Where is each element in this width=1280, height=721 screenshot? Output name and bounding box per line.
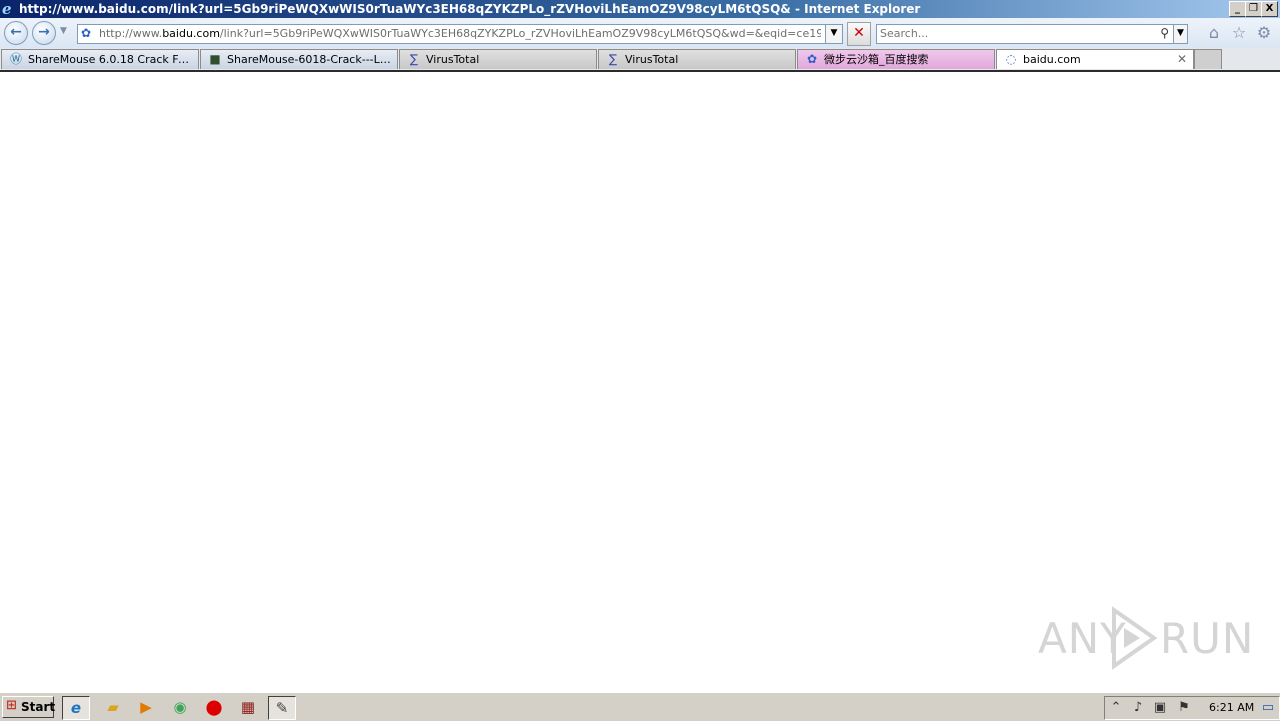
chrome-icon[interactable]: ◉ [167, 696, 193, 718]
site-icon: ■ [209, 52, 221, 66]
forward-button[interactable]: → [32, 21, 56, 45]
start-label: Start [21, 700, 56, 714]
internet-explorer-icon[interactable]: e [62, 696, 90, 720]
start-button[interactable]: ⊞ Start [2, 696, 56, 718]
opera-icon[interactable]: ⬤ [201, 696, 227, 718]
restore-button[interactable]: ❐ [1245, 1, 1262, 17]
anyrun-watermark: ANY RUN [1038, 606, 1253, 676]
close-button[interactable]: X [1261, 1, 1278, 17]
action-center-flag-icon[interactable]: ⚑ [1175, 699, 1193, 717]
home-icon[interactable]: ⌂ [1204, 23, 1224, 43]
window-title: http://www.baidu.com/link?url=5Gb9riPeWQ… [19, 2, 921, 16]
watermark-right-text: RUN [1160, 614, 1255, 663]
clock[interactable]: 6:21 AM [1209, 701, 1254, 714]
recent-pages-dropdown-icon[interactable]: ▼ [60, 26, 67, 36]
search-icon[interactable]: ⚲ [1160, 26, 1169, 40]
baidu-paw-icon: ✿ [81, 26, 92, 40]
navigation-bar: ← → ▼ ✿ http://www.baidu.com/link?url=5G… [0, 18, 1280, 48]
address-url[interactable]: http://www.baidu.com/link?url=5Gb9riPeWQ… [99, 27, 821, 40]
virustotal-icon: ∑ [608, 52, 618, 66]
media-player-icon[interactable]: ▶ [133, 696, 159, 718]
winrar-icon[interactable]: ▦ [235, 696, 261, 718]
taskbar: ⊞ Start e ▰ ▶ ◉ ⬤ ▦ ✎ ⌃ ♪ ▣ ⚑ 6:21 AM ▭ [0, 692, 1280, 721]
star-icon[interactable]: ☆ [1229, 23, 1249, 43]
baidu-paw-icon: ✿ [806, 52, 818, 66]
tab-sharemouse-crack[interactable]: Ⓦ ShareMouse 6.0.18 Crack Full Li... [1, 49, 199, 69]
address-bar[interactable]: ✿ http://www.baidu.com/link?url=5Gb9riPe… [77, 24, 826, 44]
search-input[interactable] [880, 26, 1148, 41]
close-tab-icon[interactable]: ✕ [1177, 50, 1187, 69]
tab-label: baidu.com [1023, 53, 1081, 66]
tab-virustotal-1[interactable]: ∑ VirusTotal [399, 49, 597, 69]
tab-baidu-search[interactable]: ✿ 微步云沙箱_百度搜索 [797, 49, 995, 69]
address-dropdown-button[interactable]: ▼ [825, 24, 843, 44]
show-desktop-icon[interactable]: ▭ [1259, 699, 1277, 717]
back-button[interactable]: ← [4, 21, 28, 45]
system-tray: ⌃ ♪ ▣ ⚑ 6:21 AM ▭ [1104, 696, 1280, 720]
tab-label: ShareMouse 6.0.18 Crack Full Li... [28, 53, 194, 66]
internet-explorer-icon: e [2, 0, 12, 18]
search-dropdown-button[interactable]: ▼ [1173, 24, 1188, 44]
virustotal-icon: ∑ [409, 52, 419, 66]
network-icon[interactable]: ▣ [1151, 699, 1169, 717]
stop-button[interactable]: ✕ [847, 22, 871, 46]
tab-label: VirusTotal [426, 53, 480, 66]
tab-row: Ⓦ ShareMouse 6.0.18 Crack Full Li... ■ S… [0, 48, 1280, 72]
tab-label: 微步云沙箱_百度搜索 [824, 53, 929, 66]
gear-icon[interactable]: ⚙ [1254, 23, 1274, 43]
tab-virustotal-2[interactable]: ∑ VirusTotal [598, 49, 796, 69]
tab-label: VirusTotal [625, 53, 679, 66]
window-title-bar[interactable]: e http://www.baidu.com/link?url=5Gb9riPe… [0, 0, 1280, 18]
show-hidden-icons-icon[interactable]: ⌃ [1107, 699, 1125, 717]
windows-logo-icon: ⊞ [6, 698, 17, 713]
wordpress-icon: Ⓦ [9, 52, 22, 66]
folder-icon[interactable]: ▰ [100, 696, 126, 718]
new-tab-button[interactable] [1194, 49, 1222, 69]
notepad-icon[interactable]: ✎ [268, 696, 296, 720]
tab-baidu-active[interactable]: ◌ baidu.com ✕ [996, 49, 1194, 69]
volume-icon[interactable]: ♪ [1129, 699, 1147, 717]
loading-icon: ◌ [1005, 52, 1017, 66]
minimize-button[interactable]: _ [1229, 1, 1246, 17]
page-content[interactable] [0, 72, 1280, 692]
search-box[interactable]: ⚲ [876, 24, 1174, 44]
play-logo-icon [1112, 606, 1158, 670]
tab-sharemouse-license[interactable]: ■ ShareMouse-6018-Crack---Licen... [200, 49, 398, 69]
tab-label: ShareMouse-6018-Crack---Licen... [227, 53, 393, 66]
